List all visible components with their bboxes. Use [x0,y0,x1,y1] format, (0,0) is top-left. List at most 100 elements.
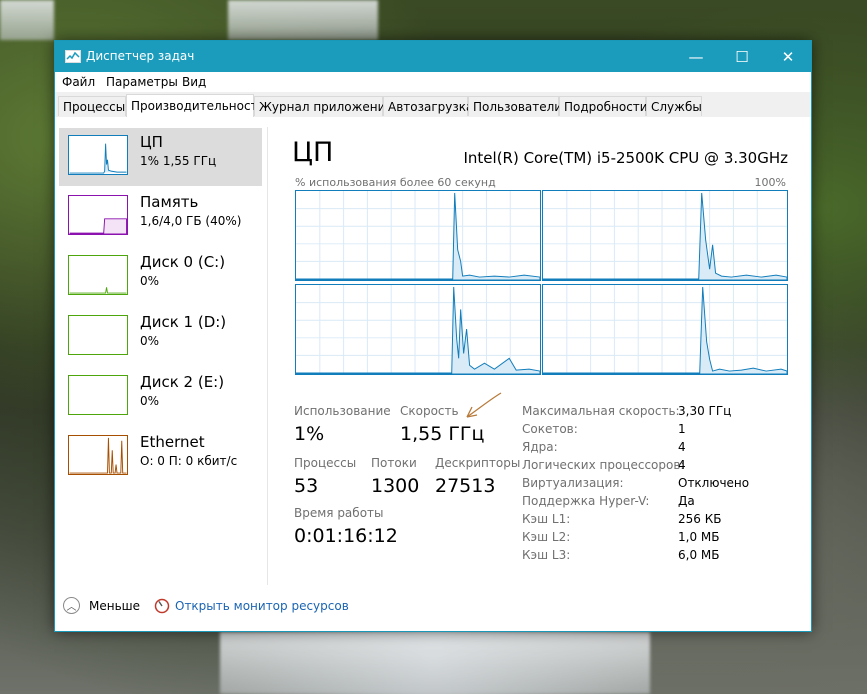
open-resource-monitor-link[interactable]: Открыть монитор ресурсов [175,599,349,613]
waterfall-top [228,0,378,40]
sidebar-item-disk1-sub: 0% [140,334,160,348]
cpu-thumbnail-graph [68,135,128,175]
ethernet-thumbnail-graph [68,435,128,475]
window-title: Диспетчер задач [86,49,195,63]
fewer-details-button[interactable]: Меньше [89,599,140,613]
disk0-thumbnail-graph [68,255,128,295]
sidebar-item-cpu-title: ЦП [140,133,163,151]
prop-l3-label: Кэш L3: [522,548,571,562]
disk1-thumbnail-graph [68,315,128,355]
resource-monitor-icon [154,598,170,614]
prop-l1-label: Кэш L1: [522,512,571,526]
handles-value: 27513 [435,475,496,497]
tab-performance-label: Производительность [131,99,265,113]
sidebar-item-ethernet-title: Ethernet [140,433,205,451]
uptime-value: 0:01:16:12 [294,525,398,547]
maximize-glyph: ☐ [735,47,749,66]
tab-bar: Процессы Производительность Журнал прило… [55,92,811,118]
tab-startup[interactable]: Автозагрузка [383,96,473,116]
processes-value: 53 [294,475,319,497]
tab-users-label: Пользователи [473,100,563,114]
utilization-value: 1% [294,423,325,445]
menu-view[interactable]: Вид [182,75,206,89]
prop-cores-label: Ядра: [522,440,558,454]
tab-performance[interactable]: Производительность [126,94,265,118]
core-graph-2 [542,190,788,281]
prop-l1-value: 256 КБ [678,512,722,526]
tab-app-history-label: Журнал приложений [259,100,394,114]
memory-thumbnail-graph [68,195,128,235]
task-manager-icon [65,50,81,63]
prop-hyperv-value: Да [678,494,695,508]
sidebar-item-disk1-title: Диск 1 (D:) [140,313,227,331]
waterfall-bottom [220,632,650,694]
handles-label: Дескрипторы [435,456,521,470]
threads-label: Потоки [371,456,417,470]
prop-logical-label: Логических процессоров: [522,458,685,472]
sidebar-item-disk0[interactable]: Диск 0 (C:) 0% [59,248,262,306]
prop-virtualization-value: Отключено [678,476,750,490]
sidebar-item-memory[interactable]: Память 1,6/4,0 ГБ (40%) [59,188,262,246]
sidebar-item-cpu-sub: 1% 1,55 ГГц [140,154,217,168]
chevron-up-icon[interactable]: ︿ [63,597,80,614]
core-graph-4 [542,284,788,375]
tab-startup-label: Автозагрузка [388,100,474,114]
tab-app-history[interactable]: Журнал приложений [254,96,393,116]
sidebar-item-cpu[interactable]: ЦП 1% 1,55 ГГц [59,128,262,186]
sidebar-item-memory-title: Память [140,193,199,211]
tab-details-label: Подробности [564,100,648,114]
prop-l2-label: Кэш L2: [522,530,571,544]
tab-processes-label: Процессы [63,100,126,114]
close-control[interactable]: ✕ [765,41,811,72]
tab-services-label: Службы [651,100,702,114]
prop-sockets-label: Сокетов: [522,422,578,436]
menu-options[interactable]: Параметры [106,75,178,89]
sidebar-divider [267,127,268,585]
speed-value: 1,55 ГГц [400,423,485,445]
prop-max-speed-label: Максимальная скорость: [522,404,680,418]
minimize-glyph: — [688,47,704,66]
graph-max-label: 100% [754,176,786,189]
tab-details[interactable]: Подробности [559,96,648,116]
footer-bar: ︿ Меньше Открыть монитор ресурсов [55,587,811,629]
prop-hyperv-label: Поддержка Hyper-V: [522,494,650,508]
prop-cores-value: 4 [678,440,686,454]
sidebar-item-ethernet-sub: О: 0 П: 0 кбит/с [140,454,238,468]
sidebar-item-disk0-title: Диск 0 (C:) [140,253,226,271]
menu-bar: Файл Параметры Вид [55,72,811,92]
prop-l3-value: 6,0 МБ [678,548,720,562]
close-glyph: ✕ [781,47,795,66]
core-graph-3 [295,284,541,375]
prop-max-speed-value: 3,30 ГГц [678,404,732,418]
sidebar-item-disk2-title: Диск 2 (E:) [140,373,225,391]
prop-l2-value: 1,0 МБ [678,530,720,544]
speed-label: Скорость [400,404,459,418]
uptime-label: Время работы [294,506,384,520]
sidebar-item-disk0-sub: 0% [140,274,160,288]
threads-value: 1300 [371,475,420,497]
minimize-control[interactable]: — [673,41,719,72]
sidebar-item-disk2[interactable]: Диск 2 (E:) 0% [59,368,262,426]
menu-file[interactable]: Файл [62,75,95,89]
core-graph-1 [295,190,541,281]
waterfall-left [0,0,54,40]
prop-sockets-value: 1 [678,422,686,436]
cpu-heading: ЦП [292,137,334,168]
sidebar-item-disk2-sub: 0% [140,394,160,408]
processes-label: Процессы [294,456,357,470]
cpu-model-name: Intel(R) Core(TM) i5-2500K CPU @ 3.30GHz [463,149,788,167]
tab-services[interactable]: Службы [646,96,702,116]
graph-caption: % использования более 60 секунд [295,176,496,189]
sidebar-item-disk1[interactable]: Диск 1 (D:) 0% [59,308,262,366]
tab-processes[interactable]: Процессы [58,96,126,116]
performance-panel: ЦП 1% 1,55 ГГц Память 1,6/4,0 ГБ (40%) Д… [55,117,811,631]
sidebar-item-ethernet[interactable]: Ethernet О: 0 П: 0 кбит/с [59,428,262,486]
task-manager-window: Диспетчер задач — ☐ ✕ Файл Параметры Вид… [54,40,812,632]
prop-logical-value: 4 [678,458,686,472]
arrow-annotation [466,392,502,418]
sidebar-item-memory-sub: 1,6/4,0 ГБ (40%) [140,214,242,228]
disk2-thumbnail-graph [68,375,128,415]
maximize-control[interactable]: ☐ [719,41,765,72]
prop-virtualization-label: Виртуализация: [522,476,624,490]
tab-users[interactable]: Пользователи [468,96,563,116]
